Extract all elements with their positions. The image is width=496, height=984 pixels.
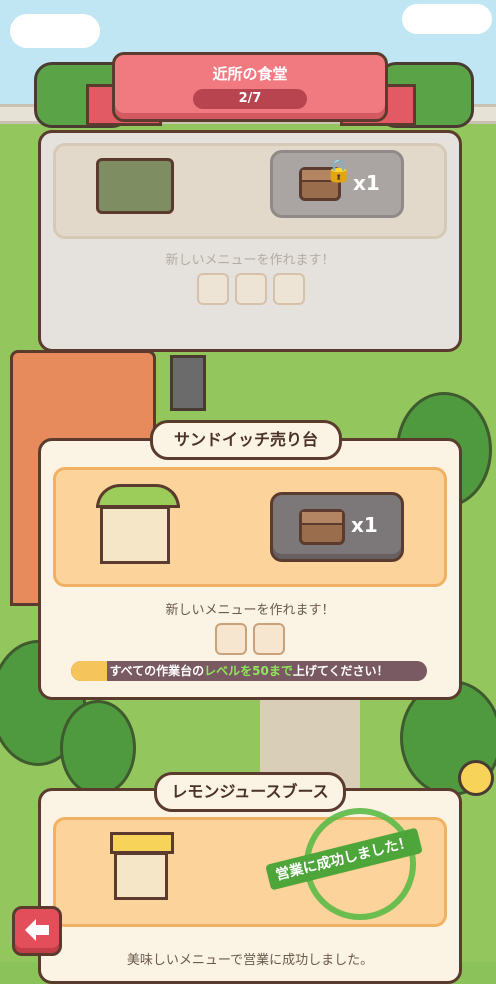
bread-icon [273,273,305,305]
lemonade-booth-image [110,832,174,912]
card-inner: x1 [53,467,447,587]
requirement-progress-bar: すべての作業台のレベルを50まで上げてください！ [71,661,427,681]
lock-icon: 🔒 [325,159,353,184]
ice-cream-icon [197,273,229,305]
stall-card-lemonade: 営業に成功しました！ 美味しいメニューで営業に成功しました。 [38,788,462,984]
page-indicator: 2/7 [193,89,307,109]
card-description: 新しいメニューを作れます！ [165,253,335,268]
cloud [10,14,100,48]
cloud [402,4,492,34]
meat-dish-icon [253,623,285,655]
fried-dish-icon [235,273,267,305]
card-inner: 営業に成功しました！ [53,808,447,927]
signpost [170,355,206,411]
lamp [458,760,494,796]
page-title: 近所の食堂 [212,65,288,83]
chest-icon [299,509,345,545]
stall-card-locked: 🔒 x1 新しいメニューを作れます！ [38,130,462,352]
reward-button[interactable]: 🔒 x1 [270,150,404,218]
stall-card-sandwich: x1 新しいメニューを作れます！ すべての作業台のレベルを50まで上げてください… [38,438,462,700]
back-button[interactable] [12,906,62,956]
back-arrow-icon [25,919,49,941]
tree [60,700,136,796]
card-title-tab: サンドイッチ売り台 [150,420,342,460]
requirement-text: すべての作業台のレベルを50まで上げてください！ [109,664,389,678]
card-inner: 🔒 x1 [53,143,447,239]
card-description: 新しいメニューを作れます！ [165,603,335,618]
card-title-tab: レモンジュースブース [154,772,346,812]
sandwich-stand-image [96,484,180,566]
reward-count: x1 [353,171,380,195]
reward-count: x1 [351,513,378,537]
reward-button[interactable]: x1 [270,492,404,562]
card-description: 美味しいメニューで営業に成功しました。 [126,953,374,968]
food-truck-image [96,158,174,214]
sandwich-icon [215,623,247,655]
header-banner: 近所の食堂 2/7 [112,52,388,122]
